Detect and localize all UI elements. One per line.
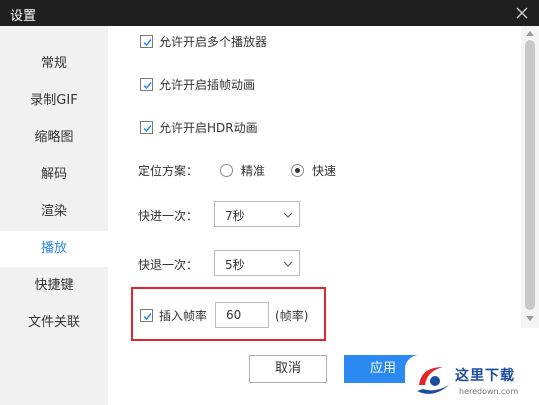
sidebar-item-thumbnail[interactable]: 缩略图 (0, 120, 108, 156)
frame-rate-unit: (帧率) (275, 308, 309, 323)
positioning-fast-radio[interactable] (291, 163, 305, 177)
settings-content: 允许开启多个播放器 允许开启插帧动画 允许开启HDR动画 定位方案： 精准 快速… (108, 26, 521, 405)
positioning-precise-label: 精准 (241, 163, 266, 178)
watermark-url: heredown.com (459, 387, 519, 396)
multi-player-label: 允许开启多个播放器 (159, 34, 268, 49)
vertical-scrollbar[interactable] (521, 26, 539, 328)
chevron-down-icon (283, 212, 293, 218)
scroll-down-icon[interactable] (526, 316, 534, 322)
scroll-up-icon[interactable] (526, 30, 534, 36)
check-icon (143, 312, 152, 320)
insert-frame-checkbox[interactable] (140, 308, 153, 322)
insert-frame-row: 插入帧率 60 (帧率) (140, 302, 309, 328)
window-title: 设置 (10, 9, 37, 24)
check-icon (143, 81, 152, 89)
sidebar-item-playback[interactable]: 播放 (0, 231, 108, 267)
multi-player-checkbox[interactable] (140, 34, 153, 48)
chevron-down-icon (283, 261, 293, 267)
check-icon (143, 124, 152, 132)
fast-forward-select[interactable]: 7秒 (214, 201, 300, 227)
frame-anim-label: 允许开启插帧动画 (159, 77, 256, 92)
positioning-fast-option[interactable]: 快速 (291, 162, 336, 179)
fast-forward-label: 快进一次： (138, 209, 199, 223)
check-icon (143, 38, 152, 46)
settings-sidebar: 常规 录制GIF 缩略图 解码 渲染 播放 快捷键 文件关联 (0, 26, 108, 405)
insert-frame-label: 插入帧率 (159, 308, 208, 323)
positioning-fast-label: 快速 (312, 163, 337, 178)
fast-rewind-value: 5秒 (225, 258, 245, 272)
positioning-precise-radio[interactable] (220, 163, 234, 177)
fast-forward-value: 7秒 (225, 209, 245, 223)
sidebar-item-hotkeys[interactable]: 快捷键 (0, 268, 108, 304)
hdr-anim-label: 允许开启HDR动画 (159, 120, 258, 135)
site-watermark: 这里下载 heredown.com (405, 355, 539, 405)
frame-anim-checkbox[interactable] (140, 77, 153, 91)
watermark-logo-icon (417, 367, 449, 394)
sidebar-item-decode[interactable]: 解码 (0, 157, 108, 193)
frame-anim-option[interactable]: 允许开启插帧动画 (140, 75, 255, 93)
fast-rewind-label: 快退一次： (138, 258, 199, 272)
watermark-text: 这里下载 (455, 368, 515, 384)
hdr-anim-checkbox[interactable] (140, 120, 153, 134)
sidebar-item-file-association[interactable]: 文件关联 (0, 305, 108, 341)
sidebar-item-record-gif[interactable]: 录制GIF (0, 83, 108, 119)
positioning-precise-option[interactable]: 精准 (220, 162, 265, 179)
sidebar-item-render[interactable]: 渲染 (0, 194, 108, 230)
title-bar: 设置 (0, 0, 539, 26)
frame-rate-input[interactable]: 60 (215, 302, 270, 328)
hdr-anim-option[interactable]: 允许开启HDR动画 (140, 118, 258, 136)
multi-player-option[interactable]: 允许开启多个播放器 (140, 32, 267, 50)
close-icon[interactable] (513, 4, 531, 22)
cancel-button[interactable]: 取消 (249, 355, 327, 383)
scrollbar-thumb[interactable] (525, 40, 535, 310)
positioning-row: 定位方案： 精准 快速 (138, 161, 336, 179)
fast-rewind-select[interactable]: 5秒 (214, 250, 300, 276)
positioning-label: 定位方案： (138, 163, 199, 178)
sidebar-item-general[interactable]: 常规 (0, 46, 108, 82)
